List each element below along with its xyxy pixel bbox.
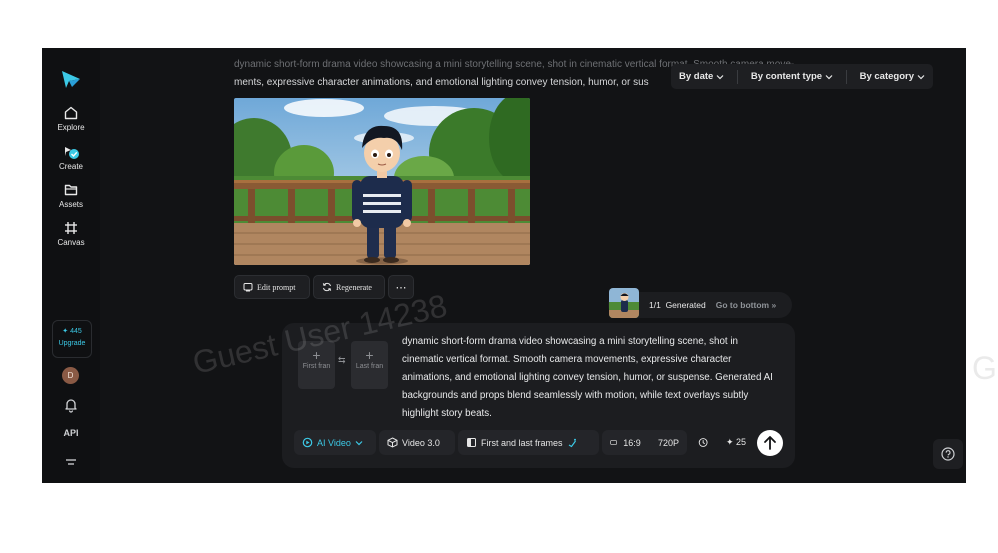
ai-video-icon [302, 437, 313, 448]
last-frame-label: Last fran [355, 363, 384, 370]
sidebar-item-label: Explore [57, 123, 85, 132]
generation-status-bar: 1/1 Generated Go to bottom » [608, 288, 792, 318]
filter-label: By date [679, 71, 714, 82]
cube-icon [387, 437, 398, 448]
filter-divider [845, 69, 847, 84]
chevron-double-down-icon: » [771, 300, 777, 310]
create-icon [65, 147, 79, 159]
app-window: Explore Create Assets Canvas ✦ 445 Upgra… [42, 48, 966, 483]
credit-cost: ✦ 25 [725, 437, 746, 447]
chevron-down-icon [917, 74, 925, 79]
frames-icon [467, 438, 476, 447]
home-icon [64, 106, 78, 120]
filter-by-date[interactable]: By date [679, 71, 724, 82]
filter-label: By category [859, 71, 914, 82]
sidebar-item-label: Create [58, 162, 83, 171]
chevron-down-icon [825, 74, 833, 79]
filter-bar: By date By content type By category [671, 64, 933, 89]
filter-divider [737, 69, 739, 84]
arrow-up-icon [764, 436, 776, 450]
sidebar-item-assets[interactable]: Assets [42, 182, 100, 209]
edit-prompt-button[interactable]: Edit prompt [234, 275, 310, 299]
duration-cost-selector[interactable]: ✦ 25 [690, 430, 754, 455]
filter-by-category[interactable]: By category [860, 71, 925, 82]
mode-selector[interactable]: AI Video [294, 430, 376, 455]
prompt-composer: + First fran ⇆ + Last fran dynamic short… [282, 323, 795, 468]
resolution-label: 720P [657, 437, 679, 448]
cartoon-scene-image [234, 98, 530, 265]
sidebar-item-explore[interactable]: Explore [42, 105, 100, 132]
generation-count: 1/1 Generated [649, 300, 706, 310]
sidebar-item-label: Assets [58, 200, 83, 209]
history-prompt-line2: ments, expressive character animations, … [234, 77, 649, 88]
sidebar-item-create[interactable]: Create [42, 144, 100, 171]
generation-thumbnail[interactable] [609, 288, 639, 318]
aspect-ratio-icon [610, 440, 617, 445]
avatar[interactable]: D [62, 367, 79, 384]
refresh-icon [322, 282, 332, 292]
aspect-ratio-label: 16:9 [623, 437, 641, 448]
button-label: Edit prompt [257, 282, 296, 292]
last-frame-slot[interactable]: + Last fran [351, 341, 388, 389]
credits-count: ✦ 445 [62, 328, 82, 335]
filter-by-content-type[interactable]: By content type [751, 71, 833, 82]
help-button[interactable] [933, 439, 963, 469]
prompt-input[interactable]: dynamic short-form drama video showcasin… [402, 333, 777, 423]
mode-label: AI Video [317, 437, 351, 448]
credits-panel[interactable]: ✦ 445 Upgrade [52, 320, 92, 358]
aspect-resolution-selector[interactable]: 16:9 720P [602, 430, 687, 455]
sidebar-item-canvas[interactable]: Canvas [42, 220, 100, 247]
plus-icon: + [365, 347, 374, 363]
chevron-down-icon [355, 440, 363, 445]
edit-icon [243, 283, 253, 292]
frames-mode-selector[interactable]: First and last frames [458, 430, 599, 455]
first-frame-label: First fran [302, 363, 331, 370]
api-link[interactable]: API [42, 428, 100, 438]
bell-icon[interactable] [63, 397, 79, 413]
app-logo-icon[interactable] [60, 68, 82, 90]
question-icon [941, 447, 955, 461]
model-label: Video 3.0 [402, 437, 440, 448]
send-button[interactable] [757, 430, 783, 456]
menu-icon[interactable] [63, 455, 79, 471]
button-label: Regenerate [336, 282, 372, 292]
upgrade-link[interactable]: Upgrade [53, 340, 91, 347]
watermark-edge-text: G [972, 350, 997, 386]
regenerate-button[interactable]: Regenerate [313, 275, 385, 299]
chevron-down-icon [716, 74, 724, 79]
generated-video-thumbnail[interactable] [234, 98, 530, 265]
sidebar: Explore Create Assets Canvas ✦ 445 Upgra… [42, 48, 100, 483]
folder-icon [64, 184, 78, 196]
sidebar-item-label: Canvas [57, 238, 85, 247]
model-selector[interactable]: Video 3.0 [379, 430, 455, 455]
clock-icon [698, 438, 708, 447]
swap-frames-icon[interactable]: ⇆ [338, 355, 346, 366]
frames-mode-label: First and last frames [481, 437, 563, 448]
thumbnail-image [609, 288, 639, 318]
filter-label: By content type [750, 71, 823, 82]
canvas-icon [65, 222, 77, 234]
go-to-bottom-link[interactable]: Go to bottom » [716, 300, 776, 310]
sparkle-icon [568, 438, 576, 447]
